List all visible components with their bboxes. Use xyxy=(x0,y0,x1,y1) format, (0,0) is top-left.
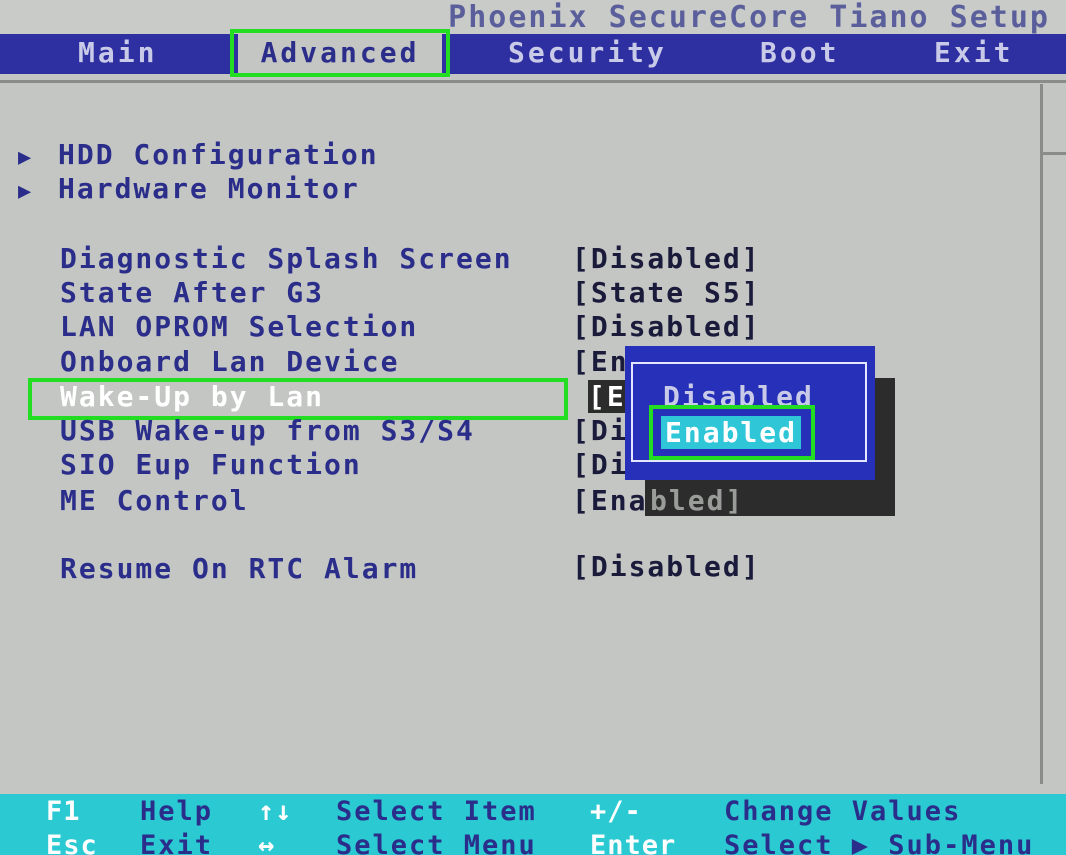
key-enter-desc: Select ▶ Sub-Menu xyxy=(724,830,1035,855)
setting-value[interactable]: [Disabled] xyxy=(572,242,761,275)
setting-value[interactable]: [Disabled] xyxy=(572,310,761,343)
key-left-right: ↔ xyxy=(258,830,276,855)
submenu-arrow-icon: ▶ xyxy=(18,145,34,170)
tab-exit[interactable]: Exit xyxy=(934,34,1013,74)
key-esc-desc: Exit xyxy=(140,830,214,855)
key-left-right-desc: Select Menu xyxy=(336,830,537,855)
setting-value[interactable]: [Ena xyxy=(572,484,647,517)
setting-value[interactable]: [Di xyxy=(572,414,629,447)
advanced-tab-highlight xyxy=(230,29,450,77)
setting-onboard-lan-device[interactable]: Onboard Lan Device xyxy=(60,345,399,378)
submenu-hdd-configuration[interactable]: ▶ HDD Configuration xyxy=(18,138,379,171)
setting-sio-eup-function[interactable]: SIO Eup Function xyxy=(60,448,362,481)
window-title: Phoenix SecureCore Tiano Setup xyxy=(0,0,1066,36)
key-up-down-desc: Select Item xyxy=(336,796,537,827)
setting-state-after-g3[interactable]: State After G3 xyxy=(60,276,324,309)
menu-bar: Main Advanced Security Boot Exit xyxy=(0,34,1066,74)
enabled-option-highlight xyxy=(649,405,815,460)
key-plus-minus: +/- xyxy=(590,796,642,827)
submenu-label: HDD Configuration xyxy=(58,138,379,171)
tab-main[interactable]: Main xyxy=(78,34,157,74)
setting-lan-oprom-selection[interactable]: LAN OPROM Selection xyxy=(60,310,418,343)
setting-resume-on-rtc-alarm[interactable]: Resume On RTC Alarm xyxy=(60,552,418,585)
key-f1-desc: Help xyxy=(140,796,214,827)
setting-value[interactable]: [En xyxy=(572,345,629,378)
tab-security[interactable]: Security xyxy=(508,34,667,74)
help-panel-separator xyxy=(1040,152,1066,155)
key-help-bar: F1 Help ↑↓ Select Item +/- Change Values… xyxy=(0,794,1066,855)
setting-value-shadowed: bled] xyxy=(650,484,745,517)
key-up-down: ↑↓ xyxy=(258,796,293,827)
submenu-arrow-icon: ▶ xyxy=(18,179,34,204)
content-top-border xyxy=(0,80,1066,83)
key-enter: Enter xyxy=(590,830,677,855)
key-f1: F1 xyxy=(46,796,81,827)
setting-wake-up-by-lan[interactable]: Wake-Up by Lan xyxy=(60,380,324,413)
setting-value[interactable]: [State S5] xyxy=(572,276,761,309)
key-esc: Esc xyxy=(46,830,98,855)
submenu-label: Hardware Monitor xyxy=(58,172,360,205)
setting-me-control[interactable]: ME Control xyxy=(60,484,249,517)
tab-boot[interactable]: Boot xyxy=(760,34,839,74)
setting-usb-wake-up[interactable]: USB Wake-up from S3/S4 xyxy=(60,414,475,447)
help-panel-divider xyxy=(1040,84,1043,784)
setting-value[interactable]: [Di xyxy=(572,448,629,481)
setting-diagnostic-splash-screen[interactable]: Diagnostic Splash Screen xyxy=(60,242,513,275)
submenu-hardware-monitor[interactable]: ▶ Hardware Monitor xyxy=(18,172,360,205)
setting-value[interactable]: [Disabled] xyxy=(572,550,761,583)
key-plus-minus-desc: Change Values xyxy=(724,796,962,827)
